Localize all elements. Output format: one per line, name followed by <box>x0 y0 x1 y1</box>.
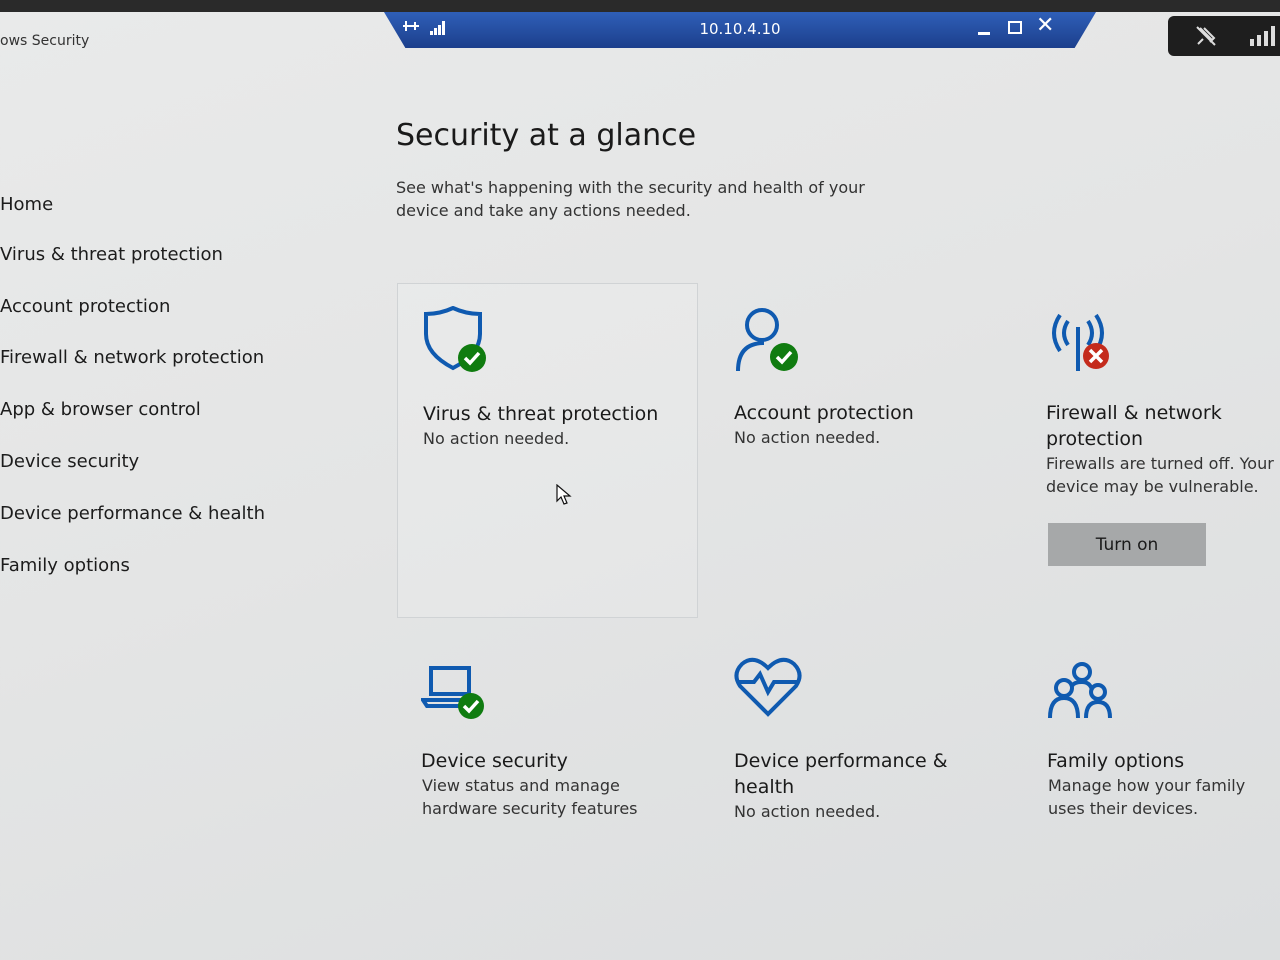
nav-item-account[interactable]: Account protection <box>0 296 170 317</box>
tile-device-performance[interactable]: Device performance & health No action ne… <box>708 640 1007 840</box>
tile-firewall[interactable]: Firewall & network protection Firewalls … <box>1020 283 1278 616</box>
restore-icon[interactable] <box>1008 21 1022 34</box>
overlay-toolbar[interactable] <box>1168 16 1280 56</box>
page-description: See what's happening with the security a… <box>396 178 865 220</box>
nav-item-home[interactable]: Home <box>0 194 53 215</box>
mouse-pointer-icon <box>556 483 572 510</box>
signal-bars-icon <box>1250 26 1276 50</box>
tile-title: Firewall & network protection <box>1046 402 1222 450</box>
tile-title: Virus & threat protection <box>423 403 659 425</box>
heart-pulse-icon <box>734 656 802 722</box>
nav-item-app-browser[interactable]: App & browser control <box>0 399 201 420</box>
tile-title: Device security <box>421 750 568 772</box>
nav-item-virus-threat[interactable]: Virus & threat protection <box>0 244 223 265</box>
nav-item-family[interactable]: Family options <box>0 555 130 576</box>
nav-item-device-security[interactable]: Device security <box>0 451 139 472</box>
nav-item-device-performance[interactable]: Device performance & health <box>0 503 265 524</box>
tile-status: No action needed. <box>423 429 570 448</box>
laptop-check-icon <box>419 664 489 726</box>
tile-status: No action needed. <box>734 802 881 821</box>
shield-check-icon <box>422 305 490 378</box>
tile-title: Family options <box>1047 750 1185 772</box>
page-title: Security at a glance <box>396 118 697 153</box>
tile-title: Account protection <box>734 402 914 424</box>
person-check-icon <box>734 305 802 377</box>
screen-top-edge <box>0 0 1280 12</box>
tile-family-options[interactable]: Family options Manage how your family us… <box>1020 640 1278 840</box>
turn-on-firewall-button[interactable]: Turn on <box>1048 523 1206 566</box>
tile-account-protection[interactable]: Account protection No action needed. <box>708 283 1007 616</box>
tile-status: View status and manage hardware security… <box>422 776 638 818</box>
close-icon[interactable]: ✕ <box>1036 14 1054 38</box>
remote-connection-bar[interactable]: 10.10.4.10 ✕ <box>384 12 1096 48</box>
tile-status: No action needed. <box>734 428 881 447</box>
remote-host-address: 10.10.4.10 <box>699 20 781 38</box>
wireless-error-icon <box>1044 307 1116 379</box>
tile-title: Device performance & health <box>734 750 948 798</box>
family-icon <box>1048 662 1114 724</box>
tile-device-security[interactable]: Device security View status and manage h… <box>397 640 696 840</box>
app-title: ows Security <box>0 33 90 49</box>
tile-status: Manage how your family uses their device… <box>1048 776 1246 818</box>
tile-status: Firewalls are turned off. Your device ma… <box>1046 454 1274 496</box>
unpin-icon[interactable] <box>1194 24 1218 52</box>
minimize-icon[interactable] <box>978 32 990 35</box>
tile-virus-threat[interactable]: Virus & threat protection No action need… <box>397 283 698 618</box>
nav-item-firewall[interactable]: Firewall & network protection <box>0 347 264 368</box>
